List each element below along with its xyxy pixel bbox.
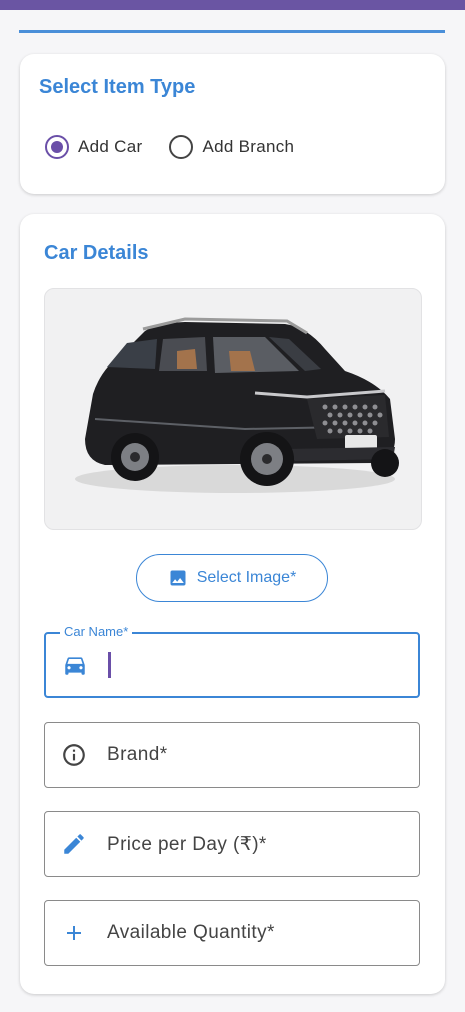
pencil-icon [59, 831, 89, 857]
select-image-button[interactable]: Select Image* [136, 554, 328, 602]
text-cursor [108, 652, 111, 678]
brand-field[interactable]: Brand* [44, 722, 420, 788]
car-name-label: Car Name* [60, 624, 133, 639]
item-type-title: Select Item Type [39, 76, 196, 98]
radio-add-branch-label: Add Branch [202, 137, 295, 156]
image-icon [168, 568, 188, 588]
car-icon [60, 652, 90, 678]
quantity-label: Available Quantity* [107, 922, 275, 943]
header-divider [19, 30, 445, 33]
brand-label: Brand* [107, 744, 168, 765]
item-type-radio-group: Add Car Add Branch [45, 135, 321, 159]
item-type-card: Select Item Type Add Car Add Branch [20, 54, 445, 194]
car-details-card: Car Details Select Image* Car Name* Bran… [20, 214, 445, 994]
plus-icon [59, 921, 89, 945]
radio-add-car[interactable]: Add Car [45, 135, 142, 159]
car-details-title: Car Details [44, 242, 149, 264]
car-image-preview [44, 288, 422, 530]
car-image [75, 317, 399, 493]
radio-add-branch[interactable]: Add Branch [169, 135, 294, 159]
radio-add-branch-indicator[interactable] [169, 135, 194, 159]
radio-add-car-indicator[interactable] [45, 135, 69, 159]
info-icon [59, 742, 89, 768]
quantity-field[interactable]: Available Quantity* [44, 900, 420, 966]
price-label: Price per Day (₹)* [107, 833, 267, 855]
select-image-label: Select Image* [196, 569, 297, 586]
price-field[interactable]: Price per Day (₹)* [44, 811, 420, 877]
car-name-field[interactable]: Car Name* [44, 624, 420, 698]
top-app-bar [0, 0, 465, 10]
radio-add-car-label: Add Car [78, 137, 143, 156]
